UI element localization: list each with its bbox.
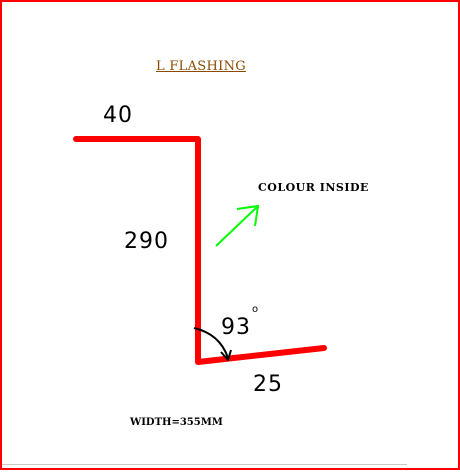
drawing-canvas: L FLASHING 40 290 25 93 o COLOUR INSIDE … <box>0 0 460 470</box>
angle-value: 93 <box>221 315 251 340</box>
dimension-bottom: 25 <box>253 372 283 397</box>
drawing-title: L FLASHING <box>156 59 246 74</box>
dimension-top: 40 <box>103 103 133 128</box>
colour-arrow-shaft <box>215 206 258 247</box>
dimension-side: 290 <box>124 229 169 254</box>
degree-symbol: o <box>252 304 259 315</box>
flashing-profile <box>73 136 327 365</box>
width-note: WIDTH=355MM <box>130 417 223 428</box>
bottom-divider <box>2 464 407 465</box>
colour-side-note: COLOUR INSIDE <box>258 181 369 194</box>
